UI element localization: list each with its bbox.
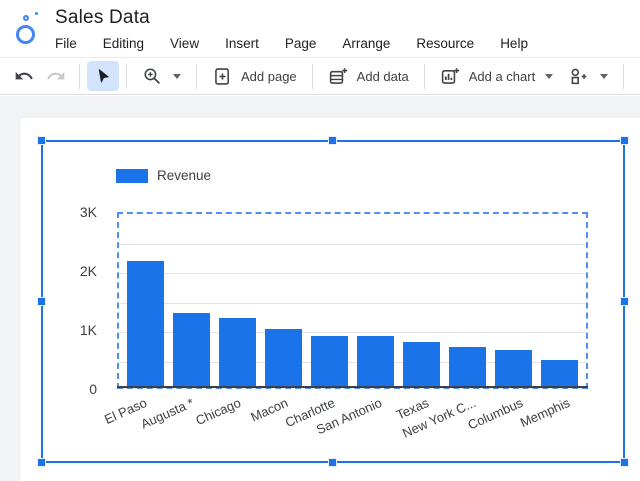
y-tick-label: 2K	[79, 263, 97, 279]
y-tick-label: 3K	[79, 204, 97, 220]
community-visualizations-icon	[569, 66, 590, 87]
resize-handle-middle-right[interactable]	[620, 296, 629, 306]
add-page-label: Add page	[241, 68, 297, 84]
redo-button[interactable]	[40, 61, 72, 91]
undo-icon	[14, 66, 34, 86]
bar-augusta-[interactable]	[172, 313, 210, 387]
toolbar: Add page Add data Add a chart	[0, 58, 640, 95]
toolbar-separator	[79, 63, 80, 89]
bar-el-paso[interactable]	[126, 261, 164, 387]
app-header: Sales Data File Editing View Insert Page Arra…	[0, 0, 640, 58]
bar-columbus[interactable]	[495, 350, 533, 387]
workspace: Revenue 3K 2K 1K 0 El Paso Augusta * Chicago M…	[0, 96, 640, 481]
x-axis-label: Memphis	[518, 395, 573, 431]
add-data-button[interactable]: Add data	[320, 62, 417, 91]
bar-texas[interactable]	[403, 342, 441, 387]
x-axis-label: Augusta *	[138, 395, 196, 432]
menu-item-resource[interactable]: Resource	[416, 36, 474, 51]
logo-dot	[35, 12, 38, 15]
resize-handle-top-right[interactable]	[620, 136, 629, 145]
add-chart-button[interactable]: Add a chart	[432, 62, 562, 91]
toolbar-separator	[311, 63, 313, 89]
toolbar-separator	[196, 63, 197, 89]
legend-label: Revenue	[157, 168, 212, 183]
bar-charlotte[interactable]	[310, 336, 348, 387]
toolbar-separator	[126, 63, 127, 89]
resize-handle-bottom-left[interactable]	[37, 458, 46, 467]
bar-macon[interactable]	[264, 329, 302, 387]
add-chart-icon	[440, 66, 461, 87]
menu-item-file[interactable]: File	[55, 36, 77, 51]
resize-handle-bottom-right[interactable]	[620, 458, 629, 467]
logo-ring-small	[23, 15, 29, 21]
bar-series	[119, 214, 586, 387]
add-chart-label: Add a chart	[468, 68, 536, 84]
menu-item-insert[interactable]: Insert	[225, 36, 259, 51]
y-axis: 3K 2K 1K 0	[21, 204, 97, 402]
toolbar-separator	[623, 63, 625, 89]
report-title[interactable]: Sales Data	[55, 7, 150, 29]
legend-swatch	[116, 168, 148, 183]
add-data-icon	[328, 66, 349, 87]
resize-handle-top-left[interactable]	[37, 136, 46, 145]
y-tick-label: 1K	[79, 322, 97, 338]
looker-studio-app: Sales Data File Editing View Insert Page Arra…	[0, 0, 640, 481]
y-tick-label: 0	[89, 381, 97, 397]
community-visualizations-button[interactable]	[561, 62, 616, 91]
select-cursor-icon	[94, 67, 113, 86]
bar-memphis[interactable]	[541, 360, 579, 387]
chart-plot-area[interactable]	[117, 212, 588, 389]
looker-studio-logo-icon[interactable]	[9, 8, 47, 52]
report-canvas[interactable]: Revenue 3K 2K 1K 0 El Paso Augusta * Chicago M…	[21, 118, 640, 481]
menu-item-editing[interactable]: Editing	[103, 36, 144, 51]
menubar: File Editing View Insert Page Arrange Resource…	[55, 36, 528, 51]
menu-item-page[interactable]: Page	[285, 36, 317, 51]
undo-button[interactable]	[8, 61, 40, 91]
caret-down-icon	[600, 73, 609, 79]
redo-icon	[46, 66, 66, 86]
menu-item-arrange[interactable]: Arrange	[342, 36, 390, 51]
menu-item-view[interactable]: View	[170, 36, 199, 51]
resize-handle-top-middle[interactable]	[328, 136, 337, 145]
zoom-tool-button[interactable]	[134, 62, 189, 91]
x-axis-line	[117, 386, 588, 388]
menu-item-help[interactable]: Help	[500, 36, 528, 51]
add-control-button[interactable]: Add a control	[631, 62, 640, 91]
caret-down-icon	[173, 73, 181, 79]
add-page-icon	[212, 66, 233, 87]
bar-new-york-c-[interactable]	[449, 347, 487, 387]
toolbar-separator	[423, 63, 425, 89]
bar-san-antonio[interactable]	[357, 336, 395, 387]
logo-ring-big	[16, 25, 35, 44]
chart-legend: Revenue	[116, 168, 211, 183]
add-page-button[interactable]: Add page	[204, 62, 305, 91]
add-data-label: Add data	[356, 68, 409, 84]
select-tool-button[interactable]	[87, 61, 119, 91]
x-axis-labels: El Paso Augusta * Chicago Macon Charlotte San…	[102, 395, 588, 465]
zoom-magnifier-icon	[142, 66, 163, 87]
caret-down-icon	[545, 73, 554, 79]
x-axis-label: Chicago	[193, 395, 243, 429]
bar-chicago[interactable]	[218, 318, 256, 387]
